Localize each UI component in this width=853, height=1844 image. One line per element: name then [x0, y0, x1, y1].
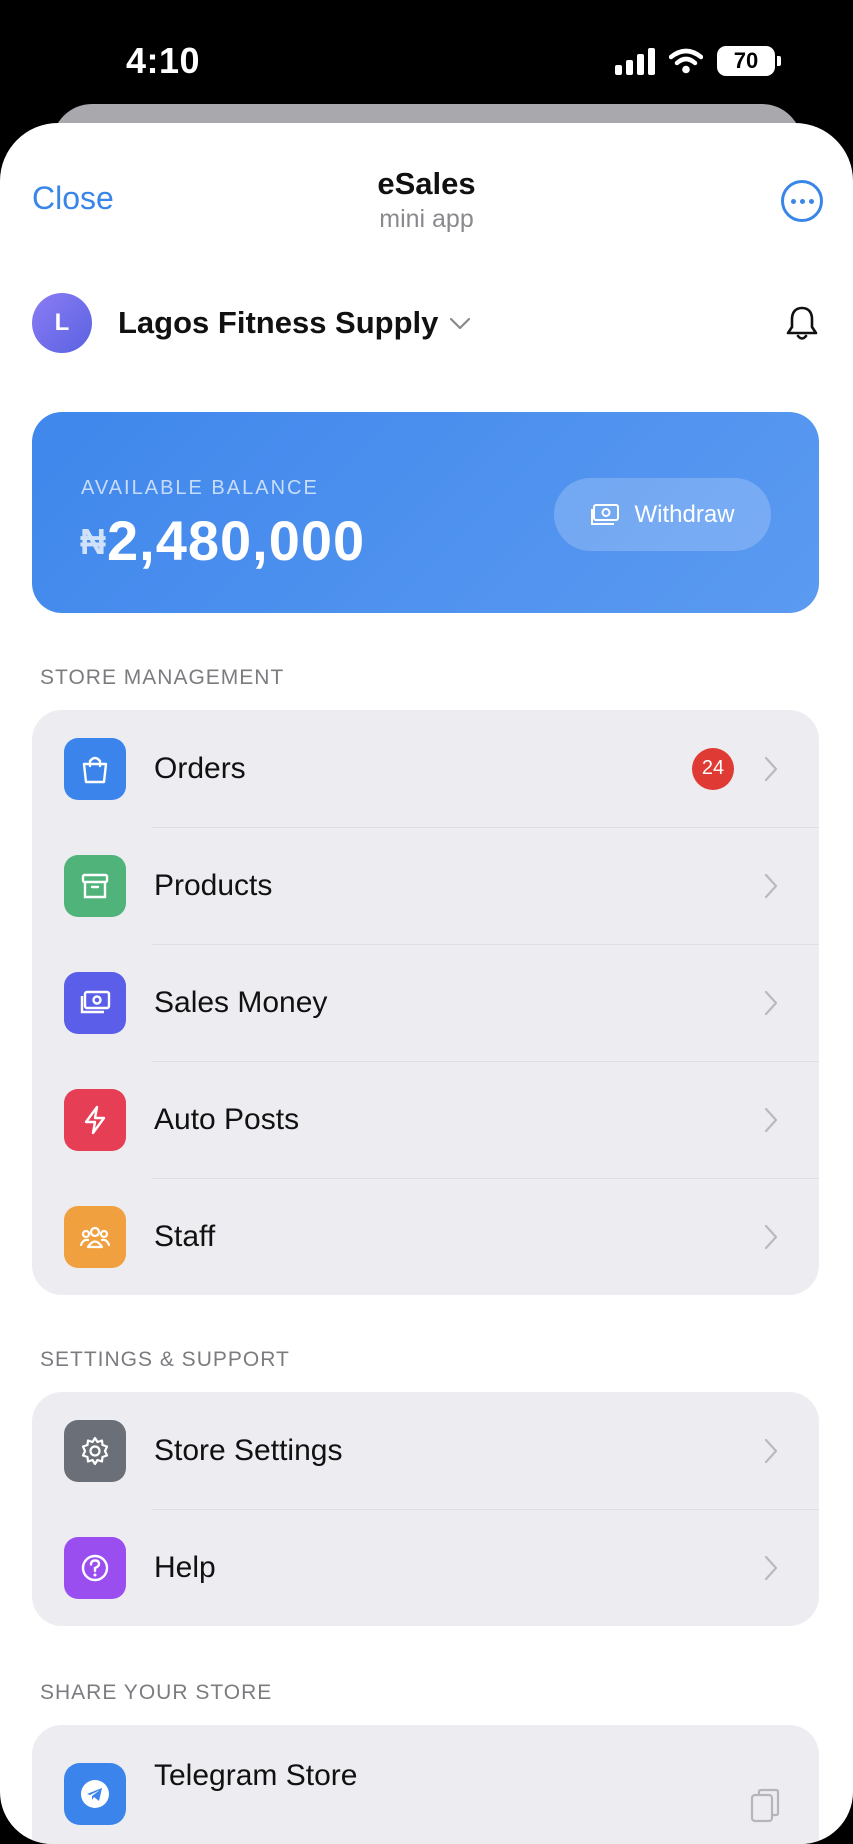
cellular-signal-icon: [615, 47, 655, 75]
menu-item-label: Products: [154, 868, 273, 902]
store-management-group: Orders 24 Products Sales Money Auto Post…: [32, 710, 819, 1295]
menu-item-label: Orders: [154, 751, 246, 785]
lightning-icon: [64, 1088, 126, 1151]
section-title-settings-support: SETTINGS & SUPPORT: [40, 1348, 290, 1371]
menu-item-label: Store Settings: [154, 1433, 343, 1467]
archive-box-icon: [64, 854, 126, 917]
more-options-button[interactable]: [781, 180, 823, 222]
balance-card: AVAILABLE BALANCE ₦2,480,000 Withdraw: [32, 412, 819, 613]
menu-item-label: Sales Money: [154, 985, 328, 1019]
section-title-store-management: STORE MANAGEMENT: [40, 666, 285, 689]
settings-support-group: Store Settings Help: [32, 1392, 819, 1626]
menu-item-label: Help: [154, 1550, 216, 1584]
menu-item-orders[interactable]: Orders 24: [32, 710, 819, 827]
withdraw-button[interactable]: Withdraw: [554, 478, 771, 551]
chevron-right-icon: [764, 990, 778, 1015]
question-icon: [64, 1536, 126, 1599]
store-avatar[interactable]: L: [32, 293, 92, 353]
menu-item-products[interactable]: Products: [32, 827, 819, 944]
app-subtitle: mini app: [379, 205, 474, 233]
menu-item-staff[interactable]: Staff: [32, 1178, 819, 1295]
chevron-right-icon: [764, 1224, 778, 1249]
chevron-right-icon: [764, 1555, 778, 1580]
copy-icon[interactable]: [749, 1787, 783, 1825]
app-title: eSales: [377, 166, 476, 201]
menu-item-telegram-store[interactable]: Telegram Store: [32, 1725, 819, 1844]
menu-item-label: Staff: [154, 1219, 216, 1253]
menu-item-help[interactable]: Help: [32, 1509, 819, 1626]
balance-label: AVAILABLE BALANCE: [81, 477, 319, 499]
chevron-right-icon: [764, 756, 778, 781]
mini-app-sheet: Close eSales mini app L Lagos Fitness Su…: [0, 123, 853, 1844]
status-bar: 4:10 70: [0, 0, 853, 120]
people-icon: [64, 1205, 126, 1268]
menu-item-store-settings[interactable]: Store Settings: [32, 1392, 819, 1509]
store-name[interactable]: Lagos Fitness Supply: [118, 305, 438, 341]
withdraw-label: Withdraw: [634, 500, 735, 528]
status-icons: 70: [615, 46, 781, 76]
chevron-right-icon: [764, 1438, 778, 1463]
chevron-down-icon[interactable]: [446, 309, 474, 337]
menu-item-label: Auto Posts: [154, 1102, 300, 1136]
battery-icon: 70: [717, 46, 781, 76]
currency-symbol: ₦: [80, 521, 107, 562]
section-title-share-store: SHARE YOUR STORE: [40, 1681, 273, 1704]
chevron-right-icon: [764, 873, 778, 898]
menu-item-auto-posts[interactable]: Auto Posts: [32, 1061, 819, 1178]
menu-item-sales-money[interactable]: Sales Money: [32, 944, 819, 1061]
telegram-icon: [64, 1763, 126, 1825]
menu-item-label: Telegram Store: [154, 1759, 358, 1792]
share-store-group: Telegram Store: [32, 1725, 819, 1844]
orders-count-badge: 24: [692, 747, 734, 790]
status-time: 4:10: [126, 40, 201, 81]
chevron-right-icon: [764, 1107, 778, 1132]
battery-level: 70: [733, 48, 759, 73]
bell-icon[interactable]: [785, 303, 819, 343]
bag-icon: [64, 737, 126, 800]
money-icon: [64, 971, 126, 1034]
money-icon: [591, 503, 620, 525]
gear-icon: [64, 1419, 126, 1482]
wifi-icon: [669, 48, 703, 74]
balance-value: 2,480,000: [107, 509, 366, 572]
balance-amount: ₦2,480,000: [80, 508, 365, 573]
